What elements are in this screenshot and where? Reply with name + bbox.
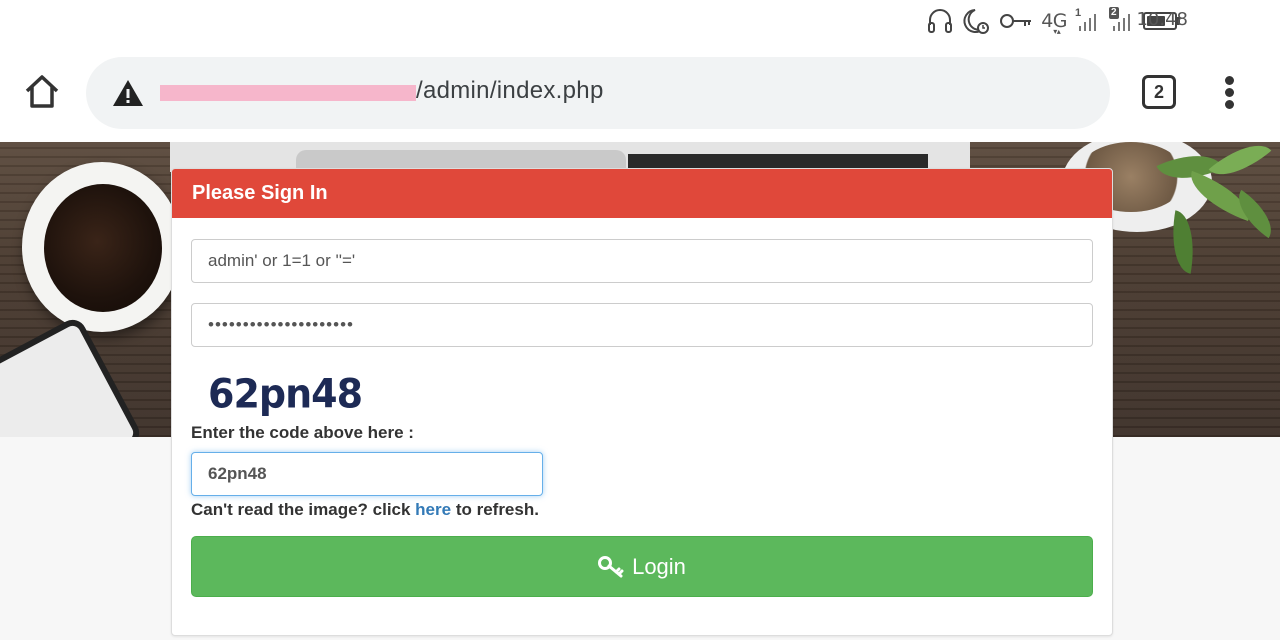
sim2-badge: 2 xyxy=(1109,7,1119,19)
status-clock: 10.48 xyxy=(1136,9,1188,30)
headphones-icon xyxy=(927,7,953,35)
redacted-domain xyxy=(160,85,416,101)
captcha-refresh-link[interactable]: here xyxy=(415,500,451,519)
phone-image xyxy=(0,314,145,437)
more-menu-icon[interactable] xyxy=(1220,76,1240,110)
login-button[interactable]: Login xyxy=(191,536,1093,597)
not-secure-warning-icon[interactable] xyxy=(112,79,144,107)
password-input[interactable]: ••••••••••••••••••••• xyxy=(191,303,1093,347)
signal-sim1-icon: 1 xyxy=(1075,7,1101,33)
username-input[interactable]: admin' or 1=1 or ''=' xyxy=(191,239,1093,283)
key-icon xyxy=(598,555,624,577)
browser-toolbar: /admin/index.php 2 xyxy=(0,42,1280,142)
signal-sim2-icon: 2 xyxy=(1109,7,1135,33)
panel-title: Please Sign In xyxy=(192,182,328,204)
tab-switcher-button[interactable]: 2 xyxy=(1142,75,1176,109)
do-not-disturb-alarm-icon xyxy=(961,7,991,35)
vpn-key-icon xyxy=(999,11,1033,31)
address-bar[interactable]: /admin/index.php xyxy=(86,57,1110,129)
url-text: /admin/index.php xyxy=(416,77,604,104)
login-button-label: Login xyxy=(632,553,686,579)
status-bar: 4G ▾▴ 1 2 10.48 xyxy=(0,0,1280,42)
captcha-image: 62pn48 xyxy=(208,370,363,418)
panel-heading: Please Sign In xyxy=(172,169,1112,218)
sim1-badge: 1 xyxy=(1075,7,1082,19)
home-icon xyxy=(25,75,59,108)
home-button[interactable] xyxy=(22,72,62,112)
captcha-refresh-text: Can't read the image? click here to refr… xyxy=(191,500,539,519)
captcha-code-input[interactable]: 62pn48 xyxy=(191,452,543,496)
captcha-code-label: Enter the code above here : xyxy=(191,423,414,442)
data-arrows-icon: ▾▴ xyxy=(1053,27,1061,36)
network-type-label: 4G ▾▴ xyxy=(1041,10,1067,36)
